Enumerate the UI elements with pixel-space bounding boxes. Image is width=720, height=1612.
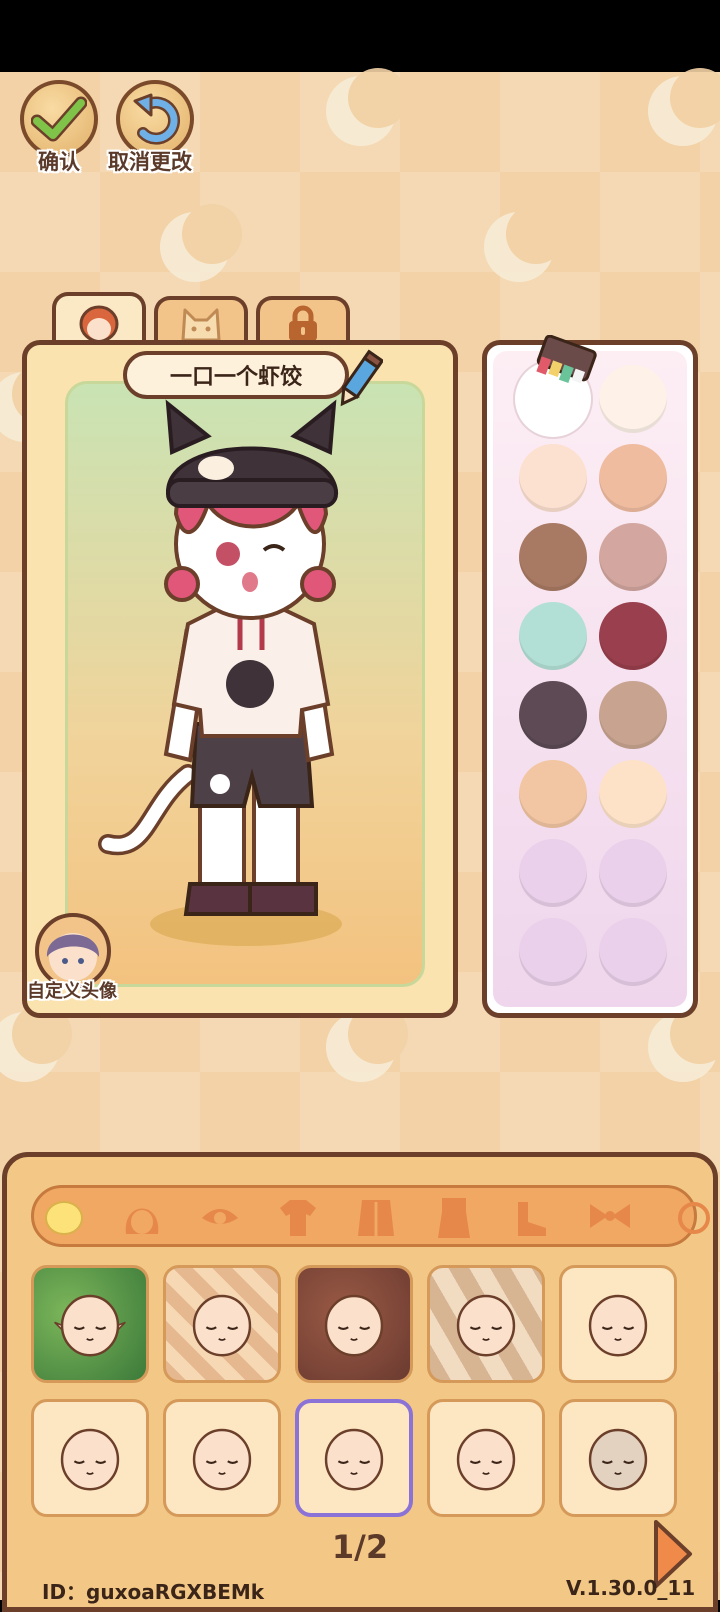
face-preview-icon (456, 1294, 516, 1357)
face-option-tile[interactable] (295, 1399, 413, 1517)
face-preview-icon (192, 1294, 252, 1357)
color-swatch[interactable] (519, 760, 587, 828)
face-preview-icon (60, 1428, 120, 1491)
face-option-tile[interactable] (559, 1265, 677, 1383)
color-swatch[interactable] (599, 602, 667, 670)
face-option-tile[interactable] (163, 1265, 281, 1383)
confirm-label: 确认 (38, 150, 80, 174)
color-swatch[interactable] (599, 523, 667, 591)
category-bar (31, 1185, 710, 1247)
character-name-field[interactable]: 一口一个虾饺 (123, 351, 349, 399)
color-swatch[interactable] (519, 839, 587, 907)
character-stage (65, 381, 425, 987)
lock-icon (289, 305, 317, 341)
face-option-tile[interactable] (163, 1399, 281, 1517)
page-indicator: 1/2 (331, 1528, 389, 1566)
pencil-icon (340, 349, 385, 407)
outfit-icon[interactable] (430, 1194, 478, 1240)
color-swatch[interactable] (519, 444, 587, 512)
eye-icon[interactable] (196, 1194, 244, 1240)
color-swatch[interactable] (599, 365, 667, 433)
color-swatch[interactable] (599, 918, 667, 986)
color-palette-card (482, 335, 698, 1018)
face-preview-icon (588, 1428, 648, 1491)
face-icon[interactable] (40, 1194, 88, 1240)
accessory-icon[interactable] (664, 1194, 712, 1240)
color-swatch[interactable] (599, 681, 667, 749)
checkmark-icon (31, 96, 87, 142)
face-preview-icon (324, 1294, 384, 1357)
face-option-tile[interactable] (295, 1265, 413, 1383)
face-option-tile[interactable] (427, 1265, 545, 1383)
player-id: ID：guxoaRGXBEMk (42, 1580, 265, 1604)
color-swatch[interactable] (599, 444, 667, 512)
color-swatch[interactable] (599, 760, 667, 828)
color-swatch[interactable] (519, 523, 587, 591)
shoe-icon[interactable] (508, 1194, 556, 1240)
custom-avatar-label: 自定义头像 (27, 981, 117, 1002)
cancel-changes-label: 取消更改 (108, 150, 192, 174)
color-swatch[interactable] (519, 602, 587, 670)
undo-icon (133, 93, 180, 145)
face-option-tile[interactable] (427, 1399, 545, 1517)
coat-icon[interactable] (352, 1194, 400, 1240)
color-swatch[interactable] (519, 681, 587, 749)
status-bar (0, 0, 720, 72)
face-preview-icon (54, 1294, 126, 1357)
face-preview-icon (456, 1428, 516, 1491)
face-preview-icon (588, 1294, 648, 1357)
avatar-icon (46, 933, 100, 981)
shirt-icon[interactable] (274, 1194, 322, 1240)
character-preview-card: 一口一个虾饺 自定义头像 (22, 340, 458, 1018)
face-preview-icon (192, 1428, 252, 1491)
cat-icon (181, 308, 221, 342)
face-option-tile[interactable] (31, 1265, 149, 1383)
paint-bucket-icon[interactable] (531, 335, 601, 391)
edit-name-button[interactable] (335, 349, 385, 415)
face-preview-icon (324, 1428, 384, 1491)
bow-icon[interactable] (586, 1194, 634, 1240)
color-swatch[interactable] (599, 839, 667, 907)
character-figure[interactable] (68, 384, 422, 984)
face-icon (79, 305, 119, 342)
palette-inner (493, 351, 687, 1007)
face-option-tile[interactable] (31, 1399, 149, 1517)
color-swatch[interactable] (519, 918, 587, 986)
face-option-tile[interactable] (559, 1399, 677, 1517)
version-label: V.1.30.0_11 (566, 1576, 696, 1600)
character-name: 一口一个虾饺 (169, 365, 302, 390)
hair-icon[interactable] (118, 1194, 166, 1240)
